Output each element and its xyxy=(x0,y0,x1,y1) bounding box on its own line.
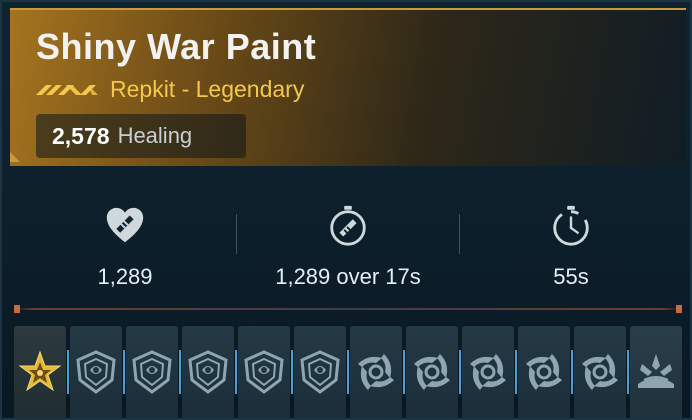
primary-stat-value: 2,578 xyxy=(52,122,110,149)
primary-stat-label: Healing xyxy=(117,123,193,148)
shield-swirl-icon xyxy=(76,350,116,394)
slot-accent-tick xyxy=(179,350,181,394)
item-header: Shiny War Paint Repkit - Legendary 2,578… xyxy=(10,8,686,166)
star-badge-icon xyxy=(18,350,62,392)
item-subtitle: Repkit - Legendary xyxy=(110,76,305,102)
stat-heal-over-time: 1,289 over 17s xyxy=(237,186,459,290)
perk-slot[interactable] xyxy=(123,326,178,418)
stat-heal: 1,289 xyxy=(14,186,236,290)
perk-slot[interactable] xyxy=(347,326,402,418)
vortex-icon xyxy=(582,354,618,390)
perk-slot[interactable] xyxy=(291,326,346,418)
vortex-icon xyxy=(358,354,394,390)
slot-accent-tick xyxy=(515,350,517,394)
separator-cap-left xyxy=(14,305,20,313)
stats-panel: 1,289 1,289 over 17s 55s xyxy=(14,186,682,290)
slot-accent-tick xyxy=(627,350,629,394)
shield-swirl-icon xyxy=(300,350,340,394)
heart-bandage-icon xyxy=(106,207,144,243)
stat-cooldown: 55s xyxy=(460,186,682,290)
vortex-icon xyxy=(470,354,506,390)
legendary-chevrons-icon xyxy=(36,84,98,95)
perk-slot[interactable] xyxy=(571,326,626,418)
perk-slot[interactable] xyxy=(235,326,290,418)
slot-accent-tick xyxy=(403,350,405,394)
section-separator xyxy=(14,308,682,310)
slot-accent-tick xyxy=(571,350,573,394)
perk-slot[interactable] xyxy=(403,326,458,418)
item-name: Shiny War Paint xyxy=(36,26,317,67)
perk-slot[interactable] xyxy=(14,326,66,418)
separator-cap-right xyxy=(676,305,682,313)
perk-slots xyxy=(14,326,686,418)
perk-slot[interactable] xyxy=(179,326,234,418)
timer-bandage-icon xyxy=(330,205,366,246)
stat-heal-over-time-value: 1,289 over 17s xyxy=(275,264,421,289)
perk-slot[interactable] xyxy=(627,326,682,418)
slot-accent-tick xyxy=(235,350,237,394)
header-corner-notch xyxy=(10,152,20,162)
perk-slot[interactable] xyxy=(459,326,514,418)
item-card: Shiny War Paint Repkit - Legendary 2,578… xyxy=(0,0,692,420)
slot-accent-tick xyxy=(459,350,461,394)
slot-accent-tick xyxy=(347,350,349,394)
rarity-row: Repkit - Legendary xyxy=(36,76,304,103)
splash-icon xyxy=(638,354,674,388)
stat-cooldown-value: 55s xyxy=(553,264,589,289)
cooldown-timer-icon xyxy=(553,205,589,246)
shield-swirl-icon xyxy=(188,350,228,394)
slot-accent-tick xyxy=(291,350,293,394)
primary-stat: 2,578 Healing xyxy=(36,114,246,158)
perk-slot[interactable] xyxy=(515,326,570,418)
perk-slot[interactable] xyxy=(67,326,122,418)
shield-swirl-icon xyxy=(244,350,284,394)
vortex-icon xyxy=(526,354,562,390)
slot-accent-tick xyxy=(67,350,69,394)
vortex-icon xyxy=(414,354,450,390)
stat-heal-value: 1,289 xyxy=(97,264,153,289)
shield-swirl-icon xyxy=(132,350,172,394)
slot-accent-tick xyxy=(123,350,125,394)
